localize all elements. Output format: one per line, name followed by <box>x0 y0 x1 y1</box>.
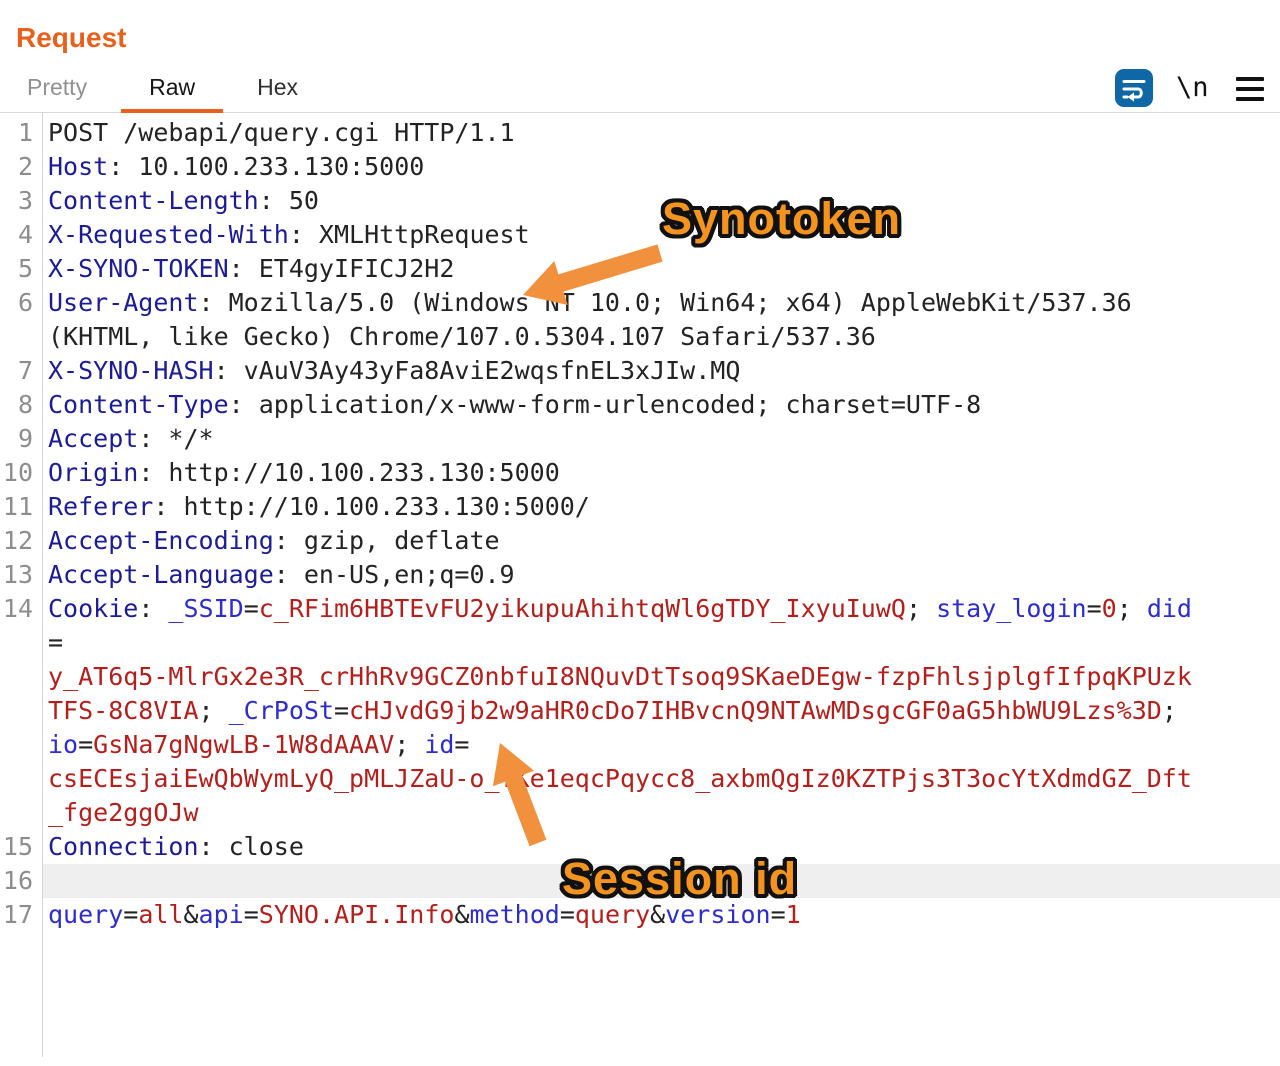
line-number <box>0 660 42 694</box>
session-id-arrow-icon <box>478 735 558 850</box>
code-line: Origin: http://10.100.233.130:5000 <box>42 456 1280 490</box>
code-row: = <box>0 626 1280 660</box>
code-line: Accept: */* <box>42 422 1280 456</box>
code-row: 3Content-Length: 50 <box>0 184 1280 218</box>
synotoken-label: Synotoken <box>662 196 901 241</box>
code-line: X-SYNO-HASH: vAuV3Ay43yFa8AviE2wqsfnEL3x… <box>42 354 1280 388</box>
code-row: 2Host: 10.100.233.130:5000 <box>0 150 1280 184</box>
line-number: 4 <box>0 218 42 252</box>
line-number: 3 <box>0 184 42 218</box>
line-number: 9 <box>0 422 42 456</box>
code-line: Accept-Language: en-US,en;q=0.9 <box>42 558 1280 592</box>
code-line: Referer: http://10.100.233.130:5000/ <box>42 490 1280 524</box>
menu-bar <box>1236 87 1264 91</box>
session-id-label: Session id <box>562 856 797 901</box>
menu-bar <box>1236 97 1264 101</box>
line-number: 1 <box>0 116 42 150</box>
line-number: 17 <box>0 898 42 932</box>
code-line: Accept-Encoding: gzip, deflate <box>42 524 1280 558</box>
synotoken-arrow-icon <box>500 243 665 313</box>
code-line: csECEsjaiEwQbWymLyQ_pMLJZaU-o_fKe1eqcPqy… <box>42 762 1280 796</box>
tab-pretty[interactable]: Pretty <box>27 76 87 112</box>
line-number <box>0 320 42 354</box>
line-number: 8 <box>0 388 42 422</box>
code-line: = <box>42 626 1280 660</box>
menu-bar <box>1236 77 1264 81</box>
line-number: 14 <box>0 592 42 626</box>
code-line: POST /webapi/query.cgi HTTP/1.1 <box>42 116 1280 150</box>
code-row: 9Accept: */* <box>0 422 1280 456</box>
line-number <box>0 694 42 728</box>
panel-title: Request <box>0 0 1280 52</box>
line-number: 15 <box>0 830 42 864</box>
tab-hex[interactable]: Hex <box>257 76 298 112</box>
code-row: csECEsjaiEwQbWymLyQ_pMLJZaU-o_fKe1eqcPqy… <box>0 762 1280 796</box>
code-line: _fge2ggOJw <box>42 796 1280 830</box>
line-number <box>0 626 42 660</box>
code-line: Content-Type: application/x-www-form-url… <box>42 388 1280 422</box>
hamburger-menu-icon[interactable] <box>1236 77 1264 101</box>
tab-raw[interactable]: Raw <box>149 76 195 112</box>
code-line: Cookie: _SSID=c_RFim6HBTEvFU2yikupuAhiht… <box>42 592 1280 626</box>
code-row: io=GsNa7gNgwLB-1W8dAAAV; id= <box>0 728 1280 762</box>
code-line: (KHTML, like Gecko) Chrome/107.0.5304.10… <box>42 320 1280 354</box>
code-rows: 1POST /webapi/query.cgi HTTP/1.12Host: 1… <box>0 116 1280 932</box>
code-line: Host: 10.100.233.130:5000 <box>42 150 1280 184</box>
line-number <box>0 762 42 796</box>
line-number: 6 <box>0 286 42 320</box>
tab-bar: Pretty Raw Hex <box>0 68 1280 113</box>
code-line: io=GsNa7gNgwLB-1W8dAAAV; id= <box>42 728 1280 762</box>
code-row: 8Content-Type: application/x-www-form-ur… <box>0 388 1280 422</box>
code-line: Content-Length: 50 <box>42 184 1280 218</box>
code-row: 1POST /webapi/query.cgi HTTP/1.1 <box>0 116 1280 150</box>
code-row: TFS-8C8VIA; _CrPoSt=cHJvdG9jb2w9aHR0cDo7… <box>0 694 1280 728</box>
line-number: 11 <box>0 490 42 524</box>
word-wrap-glyph <box>1115 69 1153 107</box>
code-line: y_AT6q5-MlrGx2e3R_crHhRv9GCZ0nbfuI8NQuvD… <box>42 660 1280 694</box>
line-number: 12 <box>0 524 42 558</box>
code-row: y_AT6q5-MlrGx2e3R_crHhRv9GCZ0nbfuI8NQuvD… <box>0 660 1280 694</box>
line-number: 13 <box>0 558 42 592</box>
line-number <box>0 728 42 762</box>
code-row: 7X-SYNO-HASH: vAuV3Ay43yFa8AviE2wqsfnEL3… <box>0 354 1280 388</box>
code-row: 10Origin: http://10.100.233.130:5000 <box>0 456 1280 490</box>
line-number: 7 <box>0 354 42 388</box>
code-row: 11Referer: http://10.100.233.130:5000/ <box>0 490 1280 524</box>
word-wrap-icon[interactable] <box>1115 69 1153 107</box>
code-row: 13Accept-Language: en-US,en;q=0.9 <box>0 558 1280 592</box>
code-line: TFS-8C8VIA; _CrPoSt=cHJvdG9jb2w9aHR0cDo7… <box>42 694 1280 728</box>
line-number: 5 <box>0 252 42 286</box>
code-row: 14Cookie: _SSID=c_RFim6HBTEvFU2yikupuAhi… <box>0 592 1280 626</box>
line-number: 10 <box>0 456 42 490</box>
code-row: _fge2ggOJw <box>0 796 1280 830</box>
gutter-separator <box>42 113 43 1057</box>
line-number: 2 <box>0 150 42 184</box>
request-panel: Request Pretty Raw Hex \n 1POST /webapi/… <box>0 0 1280 1066</box>
newline-toggle-icon[interactable]: \n <box>1176 72 1209 104</box>
code-row: (KHTML, like Gecko) Chrome/107.0.5304.10… <box>0 320 1280 354</box>
line-number <box>0 796 42 830</box>
code-row: 12Accept-Encoding: gzip, deflate <box>0 524 1280 558</box>
line-number: 16 <box>0 864 42 898</box>
